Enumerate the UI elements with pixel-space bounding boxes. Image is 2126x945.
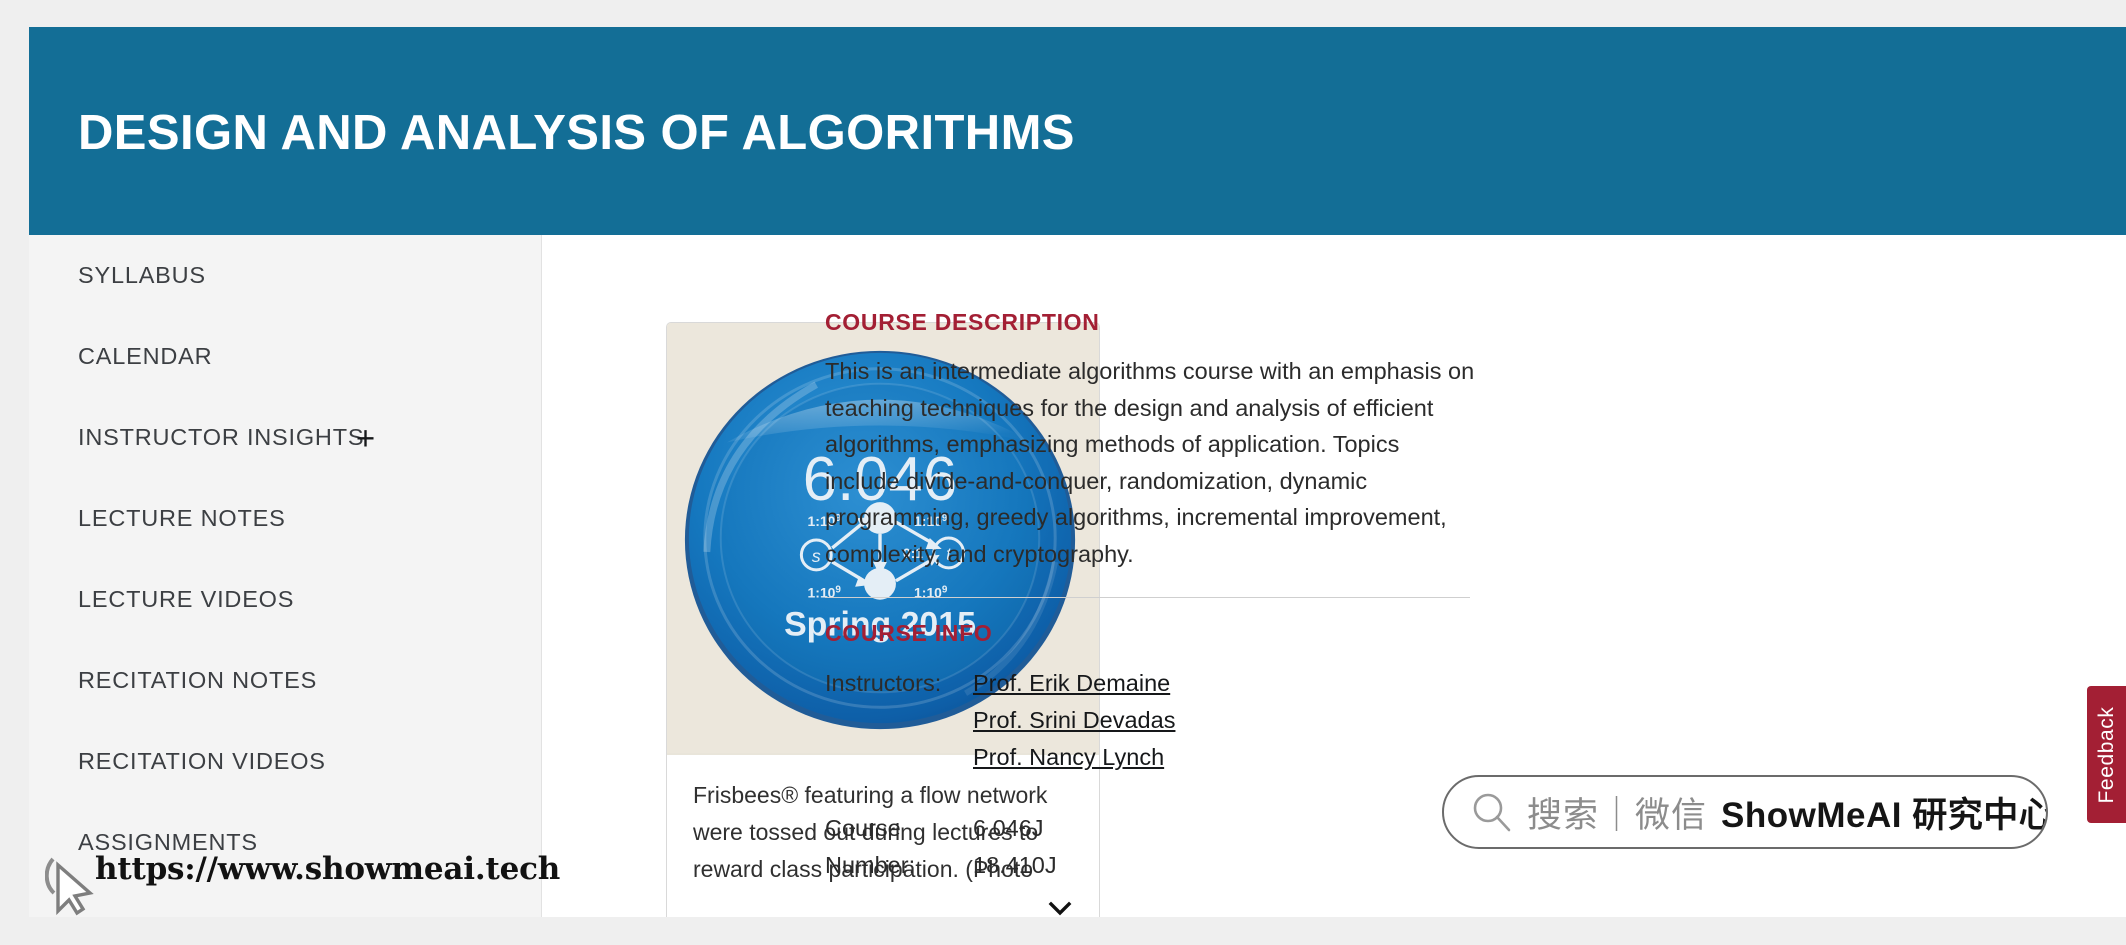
page-title: DESIGN AND ANALYSIS OF ALGORITHMS xyxy=(78,106,1075,160)
sidebar-item-label: CALENDAR xyxy=(78,343,213,369)
section-divider xyxy=(825,597,1470,598)
instructors-value: Prof. Erik Demaine Prof. Srini Devadas P… xyxy=(973,665,1175,776)
instructor-link[interactable]: Prof. Srini Devadas xyxy=(973,702,1175,739)
sidebar-item-label: SYLLABUS xyxy=(78,262,206,288)
instructors-label: Instructors: xyxy=(825,670,942,696)
watermark-url: https://www.showmeai.tech xyxy=(95,851,561,887)
sidebar-item-label: RECITATION VIDEOS xyxy=(78,748,326,774)
sidebar-item-recitation-notes[interactable]: RECITATION NOTES xyxy=(29,640,541,721)
sidebar-item-label: RECITATION NOTES xyxy=(78,667,318,693)
course-description-body: This is an intermediate algorithms cours… xyxy=(825,358,1475,567)
sidebar-item-label: LECTURE NOTES xyxy=(78,505,286,531)
instructor-link[interactable]: Prof. Nancy Lynch xyxy=(973,739,1175,776)
search-icon xyxy=(1469,789,1515,835)
sidebar-item-lecture-videos[interactable]: LECTURE VIDEOS xyxy=(29,559,541,640)
sidebar-item-instructor-insights[interactable]: INSTRUCTOR INSIGHTS + xyxy=(29,397,541,478)
page-bottom-strip xyxy=(0,917,2126,945)
search-overlay[interactable]: 搜索｜微信 ShowMeAI 研究中心 xyxy=(1442,775,2048,849)
sidebar-item-lecture-notes[interactable]: LECTURE NOTES xyxy=(29,478,541,559)
sidebar-nav: SYLLABUS CALENDAR INSTRUCTOR INSIGHTS + … xyxy=(29,235,542,917)
course-number-label: Course Number: xyxy=(825,810,973,884)
plus-icon[interactable]: + xyxy=(356,421,376,454)
instructor-link[interactable]: Prof. Erik Demaine xyxy=(973,665,1175,702)
course-info-heading: COURSE INFO xyxy=(825,620,993,646)
course-description-heading: COURSE DESCRIPTION xyxy=(825,309,1100,335)
course-number-label-line2: Number: xyxy=(825,852,916,878)
sidebar-item-syllabus[interactable]: SYLLABUS xyxy=(29,235,541,316)
course-number-label-line1: Course xyxy=(825,815,901,841)
course-number: 6.046J xyxy=(973,815,1044,841)
page-banner: DESIGN AND ANALYSIS OF ALGORITHMS xyxy=(29,27,2126,235)
search-placeholder-text: 搜索｜微信 xyxy=(1527,795,1708,835)
feedback-tab-label: Feedback xyxy=(2094,705,2118,804)
frisbee-source-node: s xyxy=(812,546,821,566)
course-number: 18.410J xyxy=(973,852,1057,878)
sidebar-item-label: INSTRUCTOR INSIGHTS xyxy=(78,424,365,450)
sidebar-item-label: LECTURE VIDEOS xyxy=(78,586,295,612)
instructors-row: Instructors: Prof. Erik Demaine Prof. Sr… xyxy=(825,665,2025,776)
mouse-pointer-icon xyxy=(45,857,94,916)
screenshot-root: DESIGN AND ANALYSIS OF ALGORITHMS SYLLAB… xyxy=(0,0,2126,945)
sidebar-item-calendar[interactable]: CALENDAR xyxy=(29,316,541,397)
search-brand-text: ShowMeAI 研究中心 xyxy=(1721,795,2048,835)
sidebar-item-recitation-videos[interactable]: RECITATION VIDEOS xyxy=(29,721,541,802)
course-number-value: 6.046J 18.410J xyxy=(973,810,1057,884)
feedback-tab[interactable]: Feedback xyxy=(2087,686,2126,823)
